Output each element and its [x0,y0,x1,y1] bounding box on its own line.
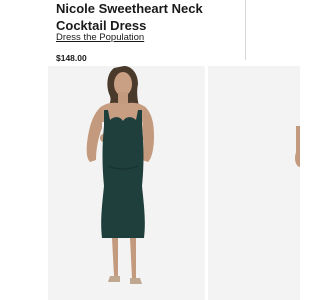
model-partial-image [295,126,300,167]
product-title: Nicole Sweetheart Neck Cocktail Dress [56,1,203,33]
product-image-main[interactable] [48,66,202,300]
brand-link[interactable]: Dress the Population [56,32,144,44]
product-price: $148.00 [56,53,87,63]
model-in-green-dress-image [86,66,154,284]
product-image-gallery[interactable] [48,66,300,300]
scroll-indicator [245,0,246,60]
product-page: Nicole Sweetheart Neck Cocktail Dress Dr… [0,0,300,300]
product-image-next[interactable] [205,66,300,300]
